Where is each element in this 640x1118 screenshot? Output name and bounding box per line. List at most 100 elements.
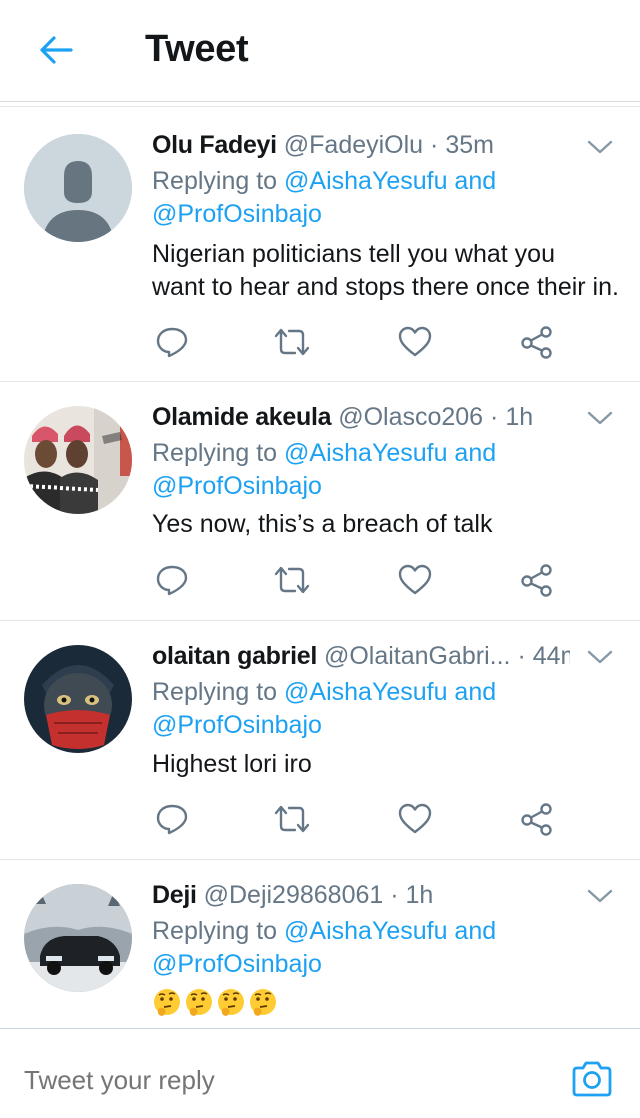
tweet-emoji-row bbox=[152, 988, 278, 1018]
replying-to-line2: @ProfOsinbajo bbox=[152, 470, 322, 503]
like-icon bbox=[398, 803, 432, 834]
and-text[interactable]: and bbox=[447, 167, 496, 195]
user-handle[interactable]: @Deji29868061 bbox=[204, 881, 384, 909]
replying-to: Replying to @AishaYesufu and bbox=[152, 915, 496, 948]
reply-icon bbox=[156, 804, 188, 835]
tweet-text-line: Highest lori iro bbox=[152, 750, 312, 778]
reply-button[interactable] bbox=[152, 322, 192, 362]
tweet-header: Olamide akeula @Olasco206 · 1h bbox=[152, 402, 570, 432]
retweet-button[interactable] bbox=[272, 322, 312, 362]
display-name[interactable]: olaitan gabriel bbox=[152, 642, 317, 670]
page-title: Tweet bbox=[145, 28, 249, 70]
retweet-icon bbox=[274, 566, 310, 594]
thinking-face-icon bbox=[218, 989, 244, 1016]
retweet-icon bbox=[274, 328, 310, 356]
share-icon bbox=[521, 326, 552, 359]
timestamp: 1h bbox=[405, 881, 434, 909]
action-bar bbox=[152, 560, 592, 600]
separator-dot: · bbox=[517, 642, 526, 670]
like-icon bbox=[398, 564, 432, 595]
tweet-header: olaitan gabriel @OlaitanGabri... · 44m bbox=[152, 641, 570, 671]
reply-tweet[interactable]: Olamide akeula @Olasco206 · 1h Replying … bbox=[0, 382, 640, 621]
mention-link[interactable]: @AishaYesufu bbox=[284, 917, 447, 945]
replying-to-line2: @ProfOsinbajo bbox=[152, 948, 322, 981]
display-name[interactable]: Deji bbox=[152, 881, 197, 909]
share-icon bbox=[521, 803, 552, 836]
replying-prefix: Replying to bbox=[152, 678, 285, 706]
replying-to: Replying to @AishaYesufu and bbox=[152, 676, 496, 709]
display-name[interactable]: Olu Fadeyi bbox=[152, 131, 277, 159]
display-name[interactable]: Olamide akeula bbox=[152, 403, 332, 431]
back-arrow-icon bbox=[40, 36, 73, 64]
replying-to: Replying to @AishaYesufu and bbox=[152, 165, 496, 198]
share-button[interactable] bbox=[517, 799, 557, 839]
mention-link[interactable]: @AishaYesufu bbox=[284, 678, 447, 706]
chevron-down-icon[interactable] bbox=[586, 886, 614, 906]
tweet-text: Highest lori iro bbox=[152, 748, 620, 781]
mention-link[interactable]: @ProfOsinbajo bbox=[152, 200, 322, 228]
separator-dot: · bbox=[430, 131, 439, 159]
chevron-down-icon[interactable] bbox=[586, 647, 614, 667]
avatar[interactable] bbox=[24, 884, 132, 992]
like-icon bbox=[398, 326, 432, 357]
and-text[interactable]: and bbox=[447, 917, 496, 945]
reply-tweet[interactable]: Deji @Deji29868061 · 1h Replying to @Ais… bbox=[0, 860, 640, 1028]
chevron-down-icon[interactable] bbox=[586, 137, 614, 157]
avatar[interactable] bbox=[24, 134, 132, 242]
thinking-face-icon bbox=[154, 989, 180, 1016]
and-text[interactable]: and bbox=[447, 678, 496, 706]
reply-button[interactable] bbox=[152, 799, 192, 839]
action-bar bbox=[152, 799, 592, 839]
reply-button[interactable] bbox=[152, 560, 192, 600]
separator-dot: · bbox=[490, 403, 499, 431]
replying-to-line2: @ProfOsinbajo bbox=[152, 709, 322, 742]
mention-link[interactable]: @AishaYesufu bbox=[284, 439, 447, 467]
avatar[interactable] bbox=[24, 406, 132, 514]
replying-prefix: Replying to bbox=[152, 167, 285, 195]
mention-link[interactable]: @ProfOsinbajo bbox=[152, 711, 322, 739]
back-button[interactable] bbox=[34, 28, 78, 72]
retweet-button[interactable] bbox=[272, 799, 312, 839]
like-button[interactable] bbox=[395, 322, 435, 362]
avatar[interactable] bbox=[24, 645, 132, 753]
and-text[interactable]: and bbox=[447, 439, 496, 467]
reply-input[interactable] bbox=[24, 1065, 504, 1096]
mention-link[interactable]: @ProfOsinbajo bbox=[152, 472, 322, 500]
camera-icon bbox=[572, 1061, 612, 1097]
timestamp: 35m bbox=[445, 131, 494, 159]
mention-link[interactable]: @AishaYesufu bbox=[284, 167, 447, 195]
add-photo-button[interactable] bbox=[570, 1059, 614, 1099]
replying-to: Replying to @AishaYesufu and bbox=[152, 437, 496, 470]
tweet-header: Deji @Deji29868061 · 1h bbox=[152, 880, 570, 910]
thinking-face-icon bbox=[250, 989, 276, 1016]
like-button[interactable] bbox=[395, 799, 435, 839]
timestamp: 1h bbox=[505, 403, 534, 431]
retweet-button[interactable] bbox=[272, 560, 312, 600]
thinking-face-icon bbox=[186, 989, 212, 1016]
tweet-text-line: Yes now, this’s a breach of talk bbox=[152, 510, 493, 538]
profile-photo bbox=[24, 884, 132, 992]
top-bar: Tweet bbox=[0, 0, 640, 107]
tweet-text-line: want to hear and stops there once their … bbox=[152, 273, 619, 301]
user-handle[interactable]: @FadeyiOlu bbox=[284, 131, 423, 159]
reply-tweet[interactable]: Olu Fadeyi @FadeyiOlu · 35m Replying to … bbox=[0, 107, 640, 382]
reply-composer bbox=[0, 1028, 640, 1118]
mention-link[interactable]: @ProfOsinbajo bbox=[152, 950, 322, 978]
like-button[interactable] bbox=[395, 560, 435, 600]
user-handle[interactable]: @Olasco206 bbox=[338, 403, 483, 431]
reply-icon bbox=[156, 565, 188, 596]
profile-photo bbox=[24, 406, 132, 514]
share-button[interactable] bbox=[517, 322, 557, 362]
timestamp: 44m bbox=[532, 642, 570, 670]
retweet-icon bbox=[274, 805, 310, 833]
tweet-header: Olu Fadeyi @FadeyiOlu · 35m bbox=[152, 130, 570, 160]
chevron-down-icon[interactable] bbox=[586, 408, 614, 428]
reply-tweet[interactable]: olaitan gabriel @OlaitanGabri... · 44m R… bbox=[0, 621, 640, 860]
separator-dot: · bbox=[390, 881, 399, 909]
share-button[interactable] bbox=[517, 560, 557, 600]
user-handle[interactable]: @OlaitanGabri... bbox=[324, 642, 511, 670]
action-bar bbox=[152, 322, 592, 362]
replying-prefix: Replying to bbox=[152, 917, 285, 945]
tweet-text: Nigerian politicians tell you what you w… bbox=[152, 238, 620, 304]
reply-icon bbox=[156, 327, 188, 358]
